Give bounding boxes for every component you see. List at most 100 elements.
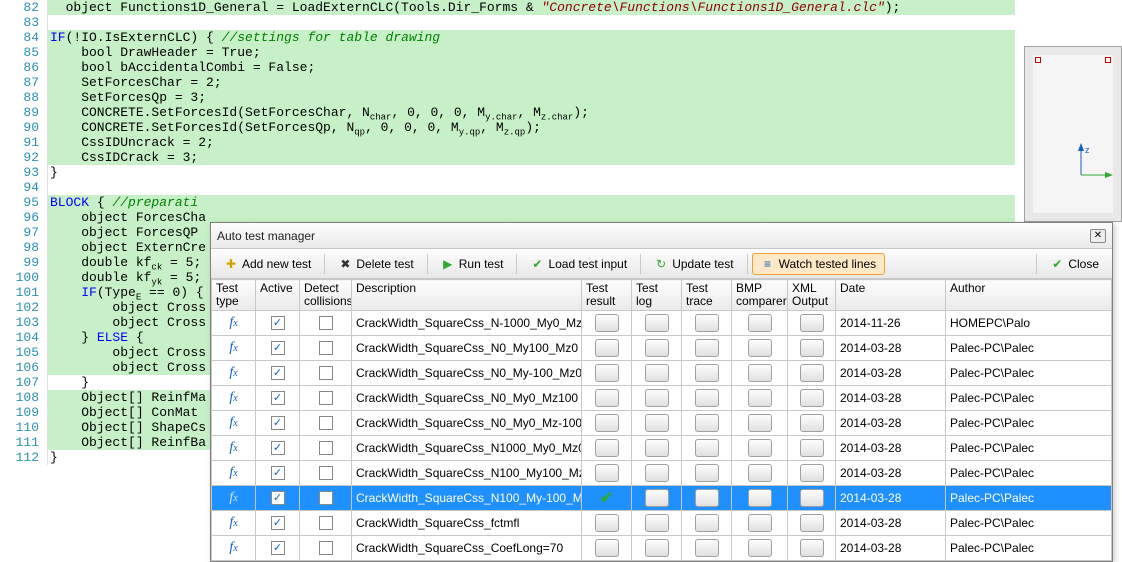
code-line[interactable]: SetForcesQp = 3; [48, 90, 1015, 105]
code-line[interactable]: object Functions1D_General = LoadExternC… [48, 0, 1015, 15]
result-button[interactable] [595, 514, 619, 532]
close-button[interactable]: ✔Close [1041, 253, 1108, 275]
column-header[interactable]: Testlog [632, 280, 682, 311]
result-button[interactable] [595, 339, 619, 357]
active-checkbox[interactable] [271, 341, 285, 355]
detect-collisions-checkbox[interactable] [319, 416, 333, 430]
bmp-comparer-button[interactable] [748, 339, 772, 357]
table-row[interactable]: fxCrackWidth_SquareCss_N100_My-100_Mz0✔2… [212, 486, 1112, 511]
code-line[interactable]: CONCRETE.SetForcesId(SetForcesChar, Ncha… [48, 105, 1015, 120]
test-trace-button[interactable] [695, 314, 719, 332]
delete-test-button[interactable]: ✖Delete test [329, 253, 422, 275]
detect-collisions-checkbox[interactable] [319, 341, 333, 355]
test-log-button[interactable] [645, 539, 669, 557]
active-checkbox[interactable] [271, 466, 285, 480]
test-log-button[interactable] [645, 389, 669, 407]
test-trace-button[interactable] [695, 364, 719, 382]
test-log-button[interactable] [645, 439, 669, 457]
add-new-test-button[interactable]: ✚Add new test [215, 253, 320, 275]
active-checkbox[interactable] [271, 491, 285, 505]
xml-output-button[interactable] [800, 339, 824, 357]
bmp-comparer-button[interactable] [748, 539, 772, 557]
column-header[interactable]: Testresult [582, 280, 632, 311]
table-row[interactable]: fxCrackWidth_SquareCss_CoefLong=702014-0… [212, 536, 1112, 561]
table-row[interactable]: fxCrackWidth_SquareCss_fctmfl2014-03-28P… [212, 511, 1112, 536]
table-row[interactable]: fxCrackWidth_SquareCss_N0_My0_Mz02014-11… [212, 561, 1112, 562]
tests-grid[interactable]: TesttypeActiveDetectcollisionsDescriptio… [211, 279, 1112, 561]
test-trace-button[interactable] [695, 414, 719, 432]
detect-collisions-checkbox[interactable] [319, 441, 333, 455]
code-line[interactable]: CssIDUncrack = 2; [48, 135, 1015, 150]
bmp-comparer-button[interactable] [748, 314, 772, 332]
test-trace-button[interactable] [695, 339, 719, 357]
result-button[interactable] [595, 414, 619, 432]
result-button[interactable] [595, 364, 619, 382]
active-checkbox[interactable] [271, 441, 285, 455]
update-test-button[interactable]: ↻Update test [645, 253, 742, 275]
bmp-comparer-button[interactable] [748, 514, 772, 532]
table-row[interactable]: fxCrackWidth_SquareCss_N0_My100_Mz02014-… [212, 336, 1112, 361]
detect-collisions-checkbox[interactable] [319, 516, 333, 530]
code-line[interactable]: SetForcesChar = 2; [48, 75, 1015, 90]
code-line[interactable]: } [48, 165, 1015, 180]
xml-output-button[interactable] [800, 414, 824, 432]
bmp-comparer-button[interactable] [748, 489, 772, 507]
table-row[interactable]: fxCrackWidth_SquareCss_N-1000_My0_Mz0201… [212, 311, 1112, 336]
detect-collisions-checkbox[interactable] [319, 541, 333, 555]
bmp-comparer-button[interactable] [748, 439, 772, 457]
result-button[interactable] [595, 314, 619, 332]
detect-collisions-checkbox[interactable] [319, 491, 333, 505]
bmp-comparer-button[interactable] [748, 364, 772, 382]
xml-output-button[interactable] [800, 489, 824, 507]
code-line[interactable] [48, 180, 1015, 195]
column-header[interactable]: Description [352, 280, 582, 311]
table-row[interactable]: fxCrackWidth_SquareCss_N0_My-100_Mz02014… [212, 361, 1112, 386]
bmp-comparer-button[interactable] [748, 464, 772, 482]
active-checkbox[interactable] [271, 316, 285, 330]
code-line[interactable] [48, 15, 1015, 30]
detect-collisions-checkbox[interactable] [319, 466, 333, 480]
test-trace-button[interactable] [695, 464, 719, 482]
close-icon[interactable]: ✕ [1090, 229, 1106, 243]
column-header[interactable]: Testtrace [682, 280, 732, 311]
xml-output-button[interactable] [800, 439, 824, 457]
column-header[interactable]: Testtype [212, 280, 256, 311]
table-row[interactable]: fxCrackWidth_SquareCss_N0_My0_Mz-1002014… [212, 411, 1112, 436]
active-checkbox[interactable] [271, 516, 285, 530]
test-trace-button[interactable] [695, 539, 719, 557]
watch-tested-lines-button[interactable]: ≡Watch tested lines [752, 253, 886, 275]
test-log-button[interactable] [645, 339, 669, 357]
load-test-input-button[interactable]: ✔Load test input [521, 253, 636, 275]
column-header[interactable]: BMPcomparer [732, 280, 788, 311]
code-line[interactable]: bool bAccidentalCombi = False; [48, 60, 1015, 75]
active-checkbox[interactable] [271, 541, 285, 555]
detect-collisions-checkbox[interactable] [319, 366, 333, 380]
active-checkbox[interactable] [271, 416, 285, 430]
table-row[interactable]: fxCrackWidth_SquareCss_N100_My100_Mz0201… [212, 461, 1112, 486]
result-button[interactable] [595, 389, 619, 407]
detect-collisions-checkbox[interactable] [319, 316, 333, 330]
column-header[interactable]: Date [836, 280, 946, 311]
code-line[interactable]: CssIDCrack = 3; [48, 150, 1015, 165]
column-header[interactable]: XMLOutput [788, 280, 836, 311]
test-log-button[interactable] [645, 489, 669, 507]
run-test-button[interactable]: ▶Run test [432, 253, 513, 275]
test-trace-button[interactable] [695, 489, 719, 507]
active-checkbox[interactable] [271, 366, 285, 380]
test-log-button[interactable] [645, 464, 669, 482]
active-checkbox[interactable] [271, 391, 285, 405]
result-button[interactable] [595, 539, 619, 557]
bmp-comparer-button[interactable] [748, 414, 772, 432]
test-log-button[interactable] [645, 514, 669, 532]
result-button[interactable] [595, 464, 619, 482]
column-header[interactable]: Author [946, 280, 1112, 311]
table-row[interactable]: fxCrackWidth_SquareCss_N0_My0_Mz1002014-… [212, 386, 1112, 411]
xml-output-button[interactable] [800, 314, 824, 332]
xml-output-button[interactable] [800, 364, 824, 382]
xml-output-button[interactable] [800, 514, 824, 532]
column-header[interactable]: Active [256, 280, 300, 311]
table-row[interactable]: fxCrackWidth_SquareCss_N1000_My0_Mz02014… [212, 436, 1112, 461]
test-log-button[interactable] [645, 314, 669, 332]
test-log-button[interactable] [645, 364, 669, 382]
xml-output-button[interactable] [800, 464, 824, 482]
